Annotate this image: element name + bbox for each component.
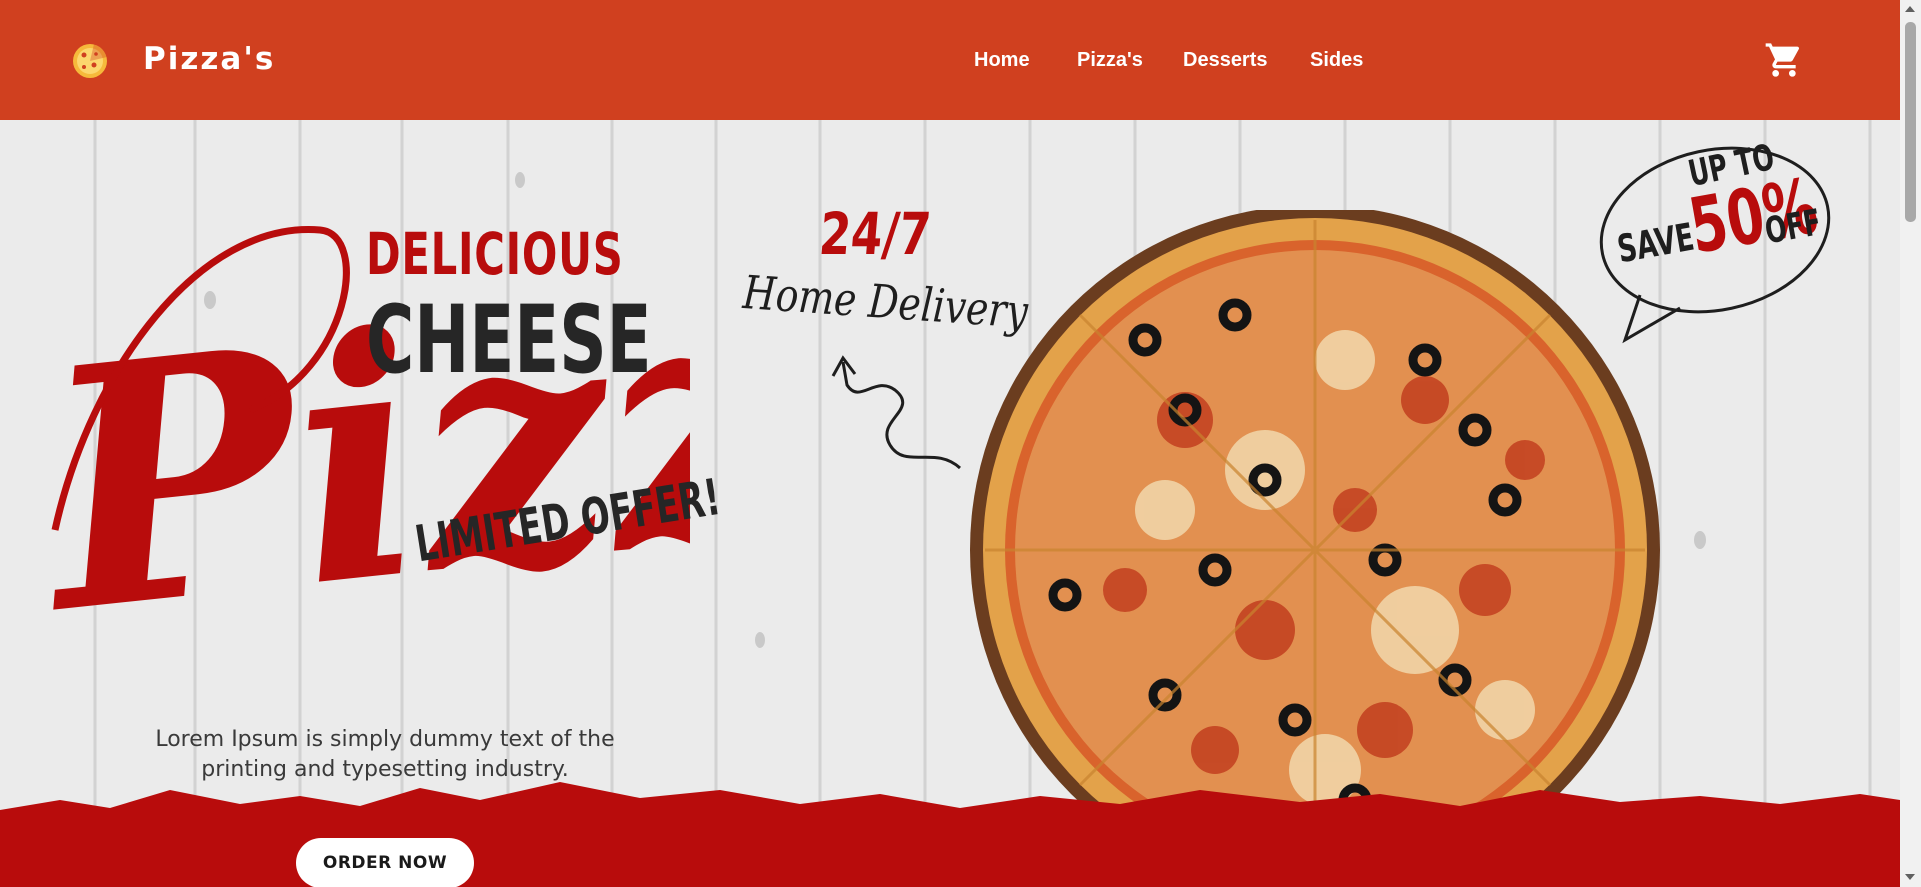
nav-link-sides[interactable]: Sides (1310, 49, 1363, 72)
scroll-down-arrow-icon[interactable] (1905, 874, 1915, 880)
headline-delicious: DELICIOUS (366, 220, 624, 288)
order-now-button[interactable]: ORDER NOW (296, 838, 474, 887)
hero-tagline: Lorem Ipsum is simply dummy text of the … (155, 727, 615, 782)
scroll-thumb[interactable] (1905, 22, 1916, 222)
page: Pizza's Home Pizza's Desserts Sides Pizz… (0, 0, 1900, 887)
squiggle-arrow-icon (831, 355, 962, 470)
scroll-up-arrow-icon[interactable] (1905, 6, 1915, 12)
pizza-logo-icon[interactable] (72, 43, 108, 79)
cart-icon[interactable] (1764, 40, 1804, 80)
nav-link-pizzas[interactable]: Pizza's (1077, 49, 1143, 72)
navbar: Pizza's Home Pizza's Desserts Sides (0, 0, 1900, 120)
delivery-hours: 24/7 (816, 200, 934, 268)
script-pizza-lettering: Pizza (30, 200, 690, 688)
nav-link-home[interactable]: Home (974, 49, 1030, 72)
headline-cheese: CHEESE (366, 286, 652, 395)
brand-name[interactable]: Pizza's (143, 41, 275, 77)
nav-link-desserts[interactable]: Desserts (1183, 49, 1268, 72)
vertical-scrollbar[interactable] (1900, 0, 1921, 887)
